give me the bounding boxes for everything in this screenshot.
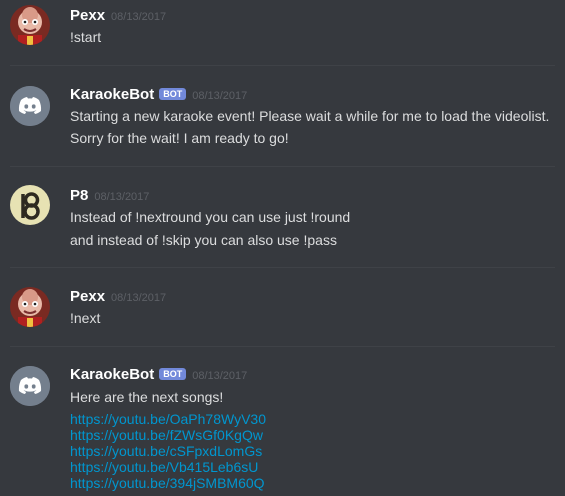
username[interactable]: KaraokeBot xyxy=(70,366,154,383)
username[interactable]: P8 xyxy=(70,187,88,204)
user-avatar-p8[interactable] xyxy=(10,185,50,225)
message-text: Here are the next songs! xyxy=(70,389,224,405)
video-link[interactable]: https://youtu.be/cSFpxdLomGs xyxy=(70,443,262,459)
video-link[interactable]: https://youtu.be/Vb415Leb6sU xyxy=(70,459,258,475)
bot-badge: BOT xyxy=(159,368,187,380)
message-header: Pexx 08/13/2017 xyxy=(70,7,166,27)
bot-badge: BOT xyxy=(159,88,187,100)
message-text: Sorry for the wait! I am ready to go! xyxy=(70,130,289,146)
message-text: !next xyxy=(70,310,101,326)
video-link[interactable]: https://youtu.be/OaPh78WyV30 xyxy=(70,411,266,427)
username[interactable]: KaraokeBot xyxy=(70,86,154,103)
message-divider xyxy=(10,65,555,66)
timestamp: 08/13/2017 xyxy=(192,90,248,102)
user-avatar-pexx[interactable] xyxy=(10,5,50,45)
user-avatar-karaokebot[interactable] xyxy=(10,86,50,126)
discord-logo-icon xyxy=(10,366,50,406)
timestamp: 08/13/2017 xyxy=(111,11,167,23)
message-header: P8 08/13/2017 xyxy=(70,187,149,207)
message-text: !start xyxy=(70,29,102,45)
timestamp: 08/13/2017 xyxy=(192,370,248,382)
username[interactable]: Pexx xyxy=(70,288,105,305)
message-divider xyxy=(10,166,555,167)
message-text: and instead of !skip you can also use !p… xyxy=(70,232,337,248)
p8-avatar-icon xyxy=(10,185,50,225)
message-divider xyxy=(10,267,555,268)
video-link[interactable]: https://youtu.be/fZWsGf0KgQw xyxy=(70,427,263,443)
message-text: Starting a new karaoke event! Please wai… xyxy=(70,108,550,124)
discord-logo-icon xyxy=(10,86,50,126)
username[interactable]: Pexx xyxy=(70,7,105,24)
message-header: Pexx 08/13/2017 xyxy=(70,288,166,308)
video-link[interactable]: https://youtu.be/394jSMBM60Q xyxy=(70,475,265,491)
user-avatar-karaokebot[interactable] xyxy=(10,366,50,406)
user-avatar-pexx[interactable] xyxy=(10,287,50,327)
pexx-avatar-icon xyxy=(10,287,50,327)
message-divider xyxy=(10,346,555,347)
timestamp: 08/13/2017 xyxy=(111,292,167,304)
message-header: KaraokeBot BOT 08/13/2017 xyxy=(70,86,247,106)
pexx-avatar-icon xyxy=(10,5,50,45)
message-header: KaraokeBot BOT 08/13/2017 xyxy=(70,366,247,386)
message-text: Instead of !nextround you can use just !… xyxy=(70,209,351,225)
timestamp: 08/13/2017 xyxy=(94,191,150,203)
